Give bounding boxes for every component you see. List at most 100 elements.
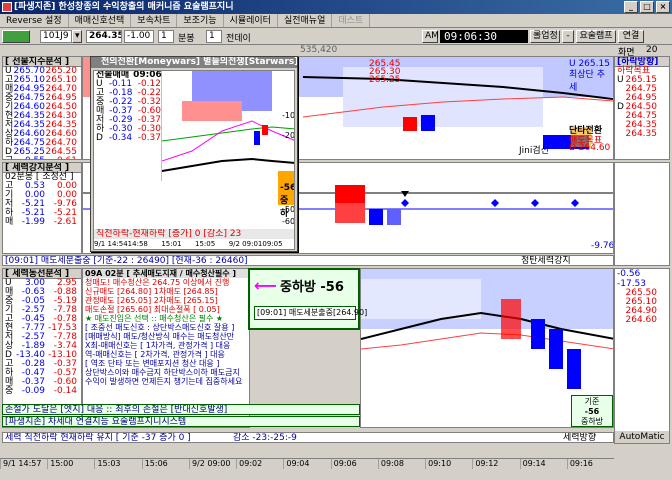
app-logo-icon [2, 2, 12, 12]
row-key [615, 307, 625, 316]
price-field: 264.35 [86, 30, 122, 43]
sub-value: 535,420 [300, 45, 338, 55]
status1-mid: [09:01] 매도세분출중 [기준-22 : 26490] [현재-36 : … [5, 256, 248, 266]
signal-line: 상단박스이와 매수금지 하단박스이하 매도금지 [85, 368, 240, 377]
row-value-b: -0.37 [137, 133, 161, 143]
signal-line: [매매방식] 매도/청산방식 매수는 매도청산만 [85, 332, 235, 341]
time-axis-tick: 15:06 [141, 459, 189, 469]
menu-item: 데스트 [332, 14, 371, 27]
force-panel: [ 세력강지분석 ] 02분봉 [ 조정선 ] 고 0.53 0.00 기 0.00 0.… [2, 162, 82, 254]
time-axis-tick: 9/1 14:57 [0, 459, 47, 469]
maximize-button[interactable]: □ [640, 1, 654, 13]
menu-bar: Reverse 설정 매매신호선택 보속차트 보조기능 시뮬레이터 실전매뉴얼 데스트 [0, 14, 672, 28]
menu-item[interactable]: 시뮬레이터 [224, 14, 278, 27]
row-value-a: -0.09 [21, 386, 45, 396]
signal-footer-2: [파생지존] 차세대 연결지능 요술램프지니시스템 [2, 416, 360, 427]
menu-item[interactable]: Reverse 설정 [0, 14, 69, 27]
callout-status: [09:01] 매도세분출중[264.90] [254, 306, 367, 320]
close-button[interactable]: × [656, 1, 670, 13]
flow-info-box: 기준 -56 중하방 [571, 395, 613, 427]
code-input[interactable]: 101J9 [40, 30, 72, 43]
row-value-a: -0.34 [108, 133, 133, 143]
sync-button[interactable]: 요술램프 [576, 30, 616, 43]
signal-line: 관정매도 [265.05] 2차매도 [265.15] [85, 296, 218, 305]
period-unit-label: 분봉 [178, 34, 195, 44]
float-time-tick: 9/2 09:01 [228, 240, 263, 248]
count-input[interactable]: 1 [206, 30, 222, 43]
left-arrow-icon: ⟵ [254, 276, 277, 295]
minus-button[interactable]: - [562, 30, 574, 43]
bottom-bar [0, 469, 672, 480]
row-value-a: 264.35 [625, 129, 658, 139]
signal-line: 매도손절 [265.60] 최대손절폭 [ 0.05] [85, 305, 220, 314]
row-value-b: 0.61 [45, 157, 77, 160]
chart1-jini-label: Jini검선 [519, 146, 549, 156]
signal-line: 역-매매신호는 [ 2차가격, 관정가격 ] 대응 [85, 350, 225, 359]
row-key: 매 [5, 217, 14, 227]
row-key: U [617, 75, 624, 85]
signal-line: ★ 매도진입은 선택 :: 매수청산은 필수 ★ [85, 314, 224, 323]
signal-line: 수익이 발생하면 언제든지 챙기는데 집중하세요 [85, 377, 243, 386]
auto-button[interactable]: AM [422, 30, 439, 43]
minimize-button[interactable]: _ [624, 1, 638, 13]
float-side-value-1: -56 [280, 183, 295, 193]
float-scale-1: -10 [282, 111, 295, 120]
row-key [615, 298, 625, 307]
menu-item[interactable]: 보속차트 [131, 14, 178, 27]
signal-line: 신규매도 [264.80] 1차매도 [264.85] [85, 287, 218, 296]
chart1-d-label: D 264.60 [569, 143, 611, 153]
float-time-tick: 9/1 14:54 [94, 240, 128, 248]
moneywars-titlebar[interactable]: 천의전환[Moneywars] 별들의전쟁[Starwars] [91, 57, 297, 68]
time-axis-tick: 09:12 [472, 459, 519, 469]
sound-button[interactable]: 롤업정 [530, 30, 560, 43]
flow-chart[interactable]: 기준 -56 중하방 [360, 268, 614, 428]
time-axis-tick: 09:10 [425, 459, 472, 469]
data-row: 중 -0.09 -0.14 [3, 387, 81, 396]
row-key [615, 85, 625, 94]
bottom-status-bar: 세력 직전하락 현재하락 유지 [ 기준 -37 증가 0 ] 감소 -23:-… [2, 432, 614, 443]
status-bar-1: [09:01] 매도세분출중 [기준-22 : 26490] [현재-36 : … [2, 255, 614, 266]
flow-info-c: 중하방 [580, 417, 604, 426]
signal-line: [ 역조 단타 또는 변매포지션 청산 대응 ] [85, 359, 220, 368]
time-axis-tick: 09:16 [566, 459, 614, 469]
row-key [615, 130, 625, 139]
float-time-tick: 15:05 [195, 240, 216, 248]
time-axis-tick: 09:04 [283, 459, 330, 469]
toolbar: 101J9 ▾ 264.35 -1.00 1 분봉 1 전데이 AM 09:06… [0, 29, 672, 45]
moneywars-window[interactable]: 천의전환[Moneywars] 별들의전쟁[Starwars] 선물매매 09:… [90, 56, 298, 252]
row-value-a: 0.55 [13, 157, 45, 160]
status-indicator [2, 30, 30, 43]
signal-line: X최-매매신호는 [ 1차가격, 관정가격 ] 대응 [85, 341, 231, 350]
window-titlebar[interactable]: [파생지존] 한성창종의 수익창출의 매커니즘 요술램프지니 _ □ × [0, 0, 672, 14]
moneywars-chart-svg [162, 71, 294, 205]
time-axis: 9/1 14:57 15:00 15:03 15:06 9/2 09:00 09:02 09… [0, 458, 614, 469]
time-axis-tick: 09:08 [377, 459, 425, 469]
code-dropdown-icon[interactable]: ▾ [72, 30, 82, 43]
period-input[interactable]: 1 [158, 30, 174, 43]
row-value-b: -0.14 [53, 386, 77, 396]
zoom-value[interactable]: 20 [646, 45, 657, 55]
direction-panel: [하락방향] 하락목표 U 265.15 264.75 264.95 D 264.50 26… [614, 56, 670, 160]
row-key: 고 [3, 157, 13, 160]
menu-item[interactable]: 실전매뉴얼 [278, 14, 333, 27]
data-row: 매 -1.99 -2.61 [3, 218, 81, 227]
time-axis-tick: 9/2 09:00 [188, 459, 236, 469]
bottom-status-right: 세력방향 [563, 433, 597, 443]
signal-line: 청매도! 매수청산은 264.75 이상에서 진행 [85, 278, 230, 287]
status1-right: 정탄세력강지 [521, 256, 571, 266]
automatic-button[interactable]: AutoMatic [615, 431, 669, 443]
signal-line: [ 조중선 매도신호 : 상단박스매도신호 잘용 ] [85, 323, 235, 332]
menu-item[interactable]: 보조기능 [177, 14, 224, 27]
link-button[interactable]: 연결 [618, 30, 644, 43]
row-value-a: -1.99 [21, 217, 45, 227]
row-key: 중 [5, 386, 14, 396]
flow-info-b: -56 [584, 407, 600, 416]
change-field: -1.00 [124, 30, 154, 43]
clock-display: 09:06:30 [440, 30, 528, 43]
row-value-b: -2.61 [53, 217, 77, 227]
row-key [615, 289, 625, 298]
right-flow-panel: -0.56 -17.53 265.50 265.10 264.90 264.60 Au… [614, 268, 670, 444]
menu-item[interactable]: 매매신호선택 [69, 14, 132, 27]
moneywars-content: 선물매매 09:06 U -0.11 -0.12 고 -0.18 -0.22 중 -0.22-… [93, 70, 295, 250]
float-time-tick: 14:58 [127, 240, 148, 248]
